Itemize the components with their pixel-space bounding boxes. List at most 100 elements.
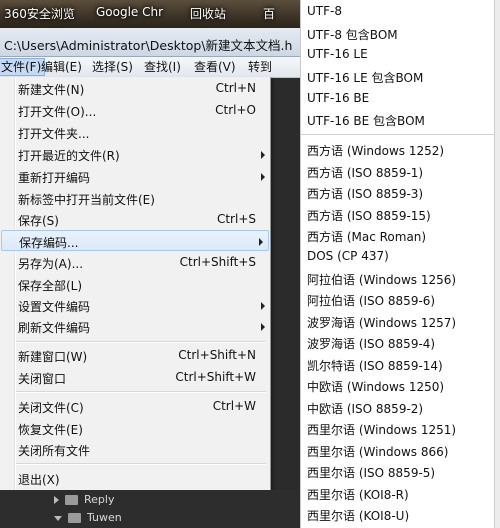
encoding-option-iso-8859-6[interactable]: 阿拉伯语 (ISO 8859-6) — [307, 292, 435, 309]
menu-item-shortcut: Ctrl+N — [215, 81, 256, 95]
sidebar-tree: Reply Tuwen — [0, 490, 300, 528]
encoding-option-windows-1257[interactable]: 波罗海语 (Windows 1257) — [307, 314, 456, 331]
desktop-icon-recycle-bin[interactable]: 回收站 — [190, 5, 226, 22]
desktop-icon-chrome[interactable]: Google Chr — [96, 5, 163, 19]
encoding-option-cp437[interactable]: DOS (CP 437) — [307, 249, 389, 263]
collapse-arrow-icon[interactable] — [54, 515, 62, 521]
encoding-option-iso-8859-2[interactable]: 中欧语 (ISO 8859-2) — [307, 400, 423, 417]
tree-item-label: Tuwen — [87, 511, 122, 524]
menu-item-label: 保存(S) — [18, 214, 59, 228]
menu-item-shortcut: Ctrl+Shift+W — [175, 370, 256, 384]
menu-item-label: 刷新文件编码 — [18, 321, 91, 335]
menu-separator — [301, 134, 500, 135]
menu-item-label: 新建窗口(W) — [18, 350, 88, 364]
menu-item-refresh-file-encoding[interactable]: 刷新文件编码 — [0, 316, 270, 337]
menu-goto[interactable]: 转到 — [245, 59, 275, 75]
menu-item-new-window[interactable]: 新建窗口(W) Ctrl+Shift+N — [0, 345, 270, 366]
menu-item-shortcut: Ctrl+S — [216, 212, 256, 226]
menu-bar: 文件(F) 编辑(E) 选择(S) 查找(I) 查看(V) 转到 — [0, 57, 300, 78]
encoding-option-iso-8859-4[interactable]: 波罗海语 (ISO 8859-4) — [307, 335, 435, 352]
folder-icon — [68, 513, 81, 523]
file-menu: 新建文件(N) Ctrl+N 打开文件(O)... Ctrl+O 打开文件夹..… — [0, 77, 271, 490]
encoding-option-koi8-r[interactable]: 西里尔语 (KOI8-R) — [307, 486, 409, 503]
encoding-option-windows-866[interactable]: 西里尔语 (Windows 866) — [307, 443, 448, 460]
desktop-icon-browser[interactable]: 360安全浏览 — [4, 5, 75, 22]
submenu-arrow-icon — [261, 173, 265, 181]
menu-select[interactable]: 选择(S) — [89, 59, 136, 75]
menu-item-restore-file[interactable]: 恢复文件(E) — [0, 418, 270, 439]
menu-item-shortcut: Ctrl+W — [212, 399, 256, 413]
encoding-option-iso-8859-5[interactable]: 西里尔语 (ISO 8859-5) — [307, 464, 435, 481]
submenu-arrow-icon — [261, 151, 265, 159]
menu-edit[interactable]: 编辑(E) — [38, 59, 85, 75]
menu-item-open-file[interactable]: 打开文件(O)... Ctrl+O — [0, 100, 270, 121]
menu-item-save-all[interactable]: 保存全部(L) — [0, 274, 270, 295]
menu-item-label: 保存全部(L) — [18, 279, 83, 293]
menu-item-label: 关闭文件(C) — [18, 401, 84, 415]
menu-item-label: 设置文件编码 — [18, 300, 91, 314]
menu-item-close-window[interactable]: 关闭窗口 Ctrl+Shift+W — [0, 367, 270, 388]
window-titlebar[interactable]: C:\Users\Administrator\Desktop\新建文本文档.h — [0, 28, 300, 57]
submenu-arrow-icon — [261, 302, 265, 310]
menu-item-label: 恢复文件(E) — [18, 423, 83, 437]
menu-item-exit[interactable]: 退出(X) — [0, 468, 270, 489]
submenu-arrow-icon — [259, 238, 263, 246]
menu-item-open-in-new-tab[interactable]: 新标签中打开当前文件(E) — [0, 188, 270, 209]
menu-item-set-file-encoding[interactable]: 设置文件编码 — [0, 295, 270, 316]
encoding-option-utf16le-bom[interactable]: UTF-16 LE 包含BOM — [307, 69, 423, 86]
window-title: C:\Users\Administrator\Desktop\新建文本文档.h — [4, 38, 293, 53]
menu-item-label: 打开最近的文件(R) — [18, 149, 120, 163]
menu-separator — [16, 463, 266, 465]
menu-item-close-all-files[interactable]: 关闭所有文件 — [0, 439, 270, 460]
menu-item-save-as[interactable]: 另存为(A)... Ctrl+Shift+S — [0, 252, 270, 273]
encoding-option-iso-8859-14[interactable]: 凯尔特语 (ISO 8859-14) — [307, 357, 443, 374]
folder-icon — [65, 495, 78, 505]
submenu-arrow-icon — [261, 323, 265, 331]
encoding-option-utf16le[interactable]: UTF-16 LE — [307, 47, 368, 61]
menu-find[interactable]: 查找(I) — [141, 59, 184, 75]
menu-item-shortcut: Ctrl+Shift+N — [178, 348, 256, 362]
menu-item-save-with-encoding[interactable]: 保存编码... — [1, 230, 269, 251]
tree-item-reply[interactable]: Reply — [54, 493, 114, 506]
tree-item-tuwen[interactable]: Tuwen — [54, 511, 122, 524]
menu-item-label: 新建文件(N) — [18, 83, 85, 97]
encoding-option-iso-8859-15[interactable]: 西方语 (ISO 8859-15) — [307, 207, 431, 224]
encoding-option-windows-1250[interactable]: 中欧语 (Windows 1250) — [307, 378, 444, 395]
encoding-option-utf16be-bom[interactable]: UTF-16 BE 包含BOM — [307, 112, 425, 129]
tree-item-label: Reply — [84, 493, 115, 506]
encoding-option-utf16be[interactable]: UTF-16 BE — [307, 91, 369, 105]
menu-item-open-folder[interactable]: 打开文件夹... — [0, 122, 270, 143]
menu-item-label: 关闭窗口 — [18, 372, 67, 386]
menu-item-close-file[interactable]: 关闭文件(C) Ctrl+W — [0, 396, 270, 417]
menu-item-label: 重新打开编码 — [18, 171, 91, 185]
menu-item-save[interactable]: 保存(S) Ctrl+S — [0, 209, 270, 230]
encoding-option-utf8[interactable]: UTF-8 — [307, 4, 342, 18]
menu-item-new-file[interactable]: 新建文件(N) Ctrl+N — [0, 78, 270, 99]
encoding-option-utf8-bom[interactable]: UTF-8 包含BOM — [307, 26, 398, 43]
menu-view[interactable]: 查看(V) — [191, 59, 239, 75]
expand-arrow-icon[interactable] — [54, 496, 59, 504]
menu-item-label: 新标签中打开当前文件(E) — [18, 193, 155, 207]
menu-separator — [16, 341, 266, 343]
menu-item-open-recent[interactable]: 打开最近的文件(R) — [0, 144, 270, 165]
encoding-option-iso-8859-3[interactable]: 西方语 (ISO 8859-3) — [307, 185, 423, 202]
menu-item-label: 打开文件(O)... — [18, 105, 97, 119]
encoding-option-mac-roman[interactable]: 西方语 (Mac Roman) — [307, 228, 426, 245]
menu-item-label: 关闭所有文件 — [18, 444, 91, 458]
encoding-option-windows-1252[interactable]: 西方语 (Windows 1252) — [307, 142, 444, 159]
menu-item-label: 退出(X) — [18, 473, 60, 487]
encoding-submenu: UTF-8 UTF-8 包含BOM UTF-16 LE UTF-16 LE 包含… — [300, 0, 500, 528]
menu-item-label: 保存编码... — [19, 236, 79, 250]
menu-separator — [16, 391, 266, 393]
menu-item-label: 打开文件夹... — [18, 127, 90, 141]
encoding-option-koi8-u[interactable]: 西里尔语 (KOI8-U) — [307, 507, 409, 524]
submenu-scroll-edge — [494, 0, 500, 528]
encoding-option-windows-1251[interactable]: 西里尔语 (Windows 1251) — [307, 421, 456, 438]
desktop-strip: 360安全浏览 Google Chr 回收站 百 — [0, 0, 300, 28]
menu-item-shortcut: Ctrl+O — [215, 103, 256, 117]
encoding-option-windows-1256[interactable]: 阿拉伯语 (Windows 1256) — [307, 271, 456, 288]
desktop-icon-other[interactable]: 百 — [263, 5, 275, 22]
menu-item-shortcut: Ctrl+Shift+S — [179, 255, 256, 269]
encoding-option-iso-8859-1[interactable]: 西方语 (ISO 8859-1) — [307, 164, 423, 181]
menu-item-reopen-encoding[interactable]: 重新打开编码 — [0, 166, 270, 187]
